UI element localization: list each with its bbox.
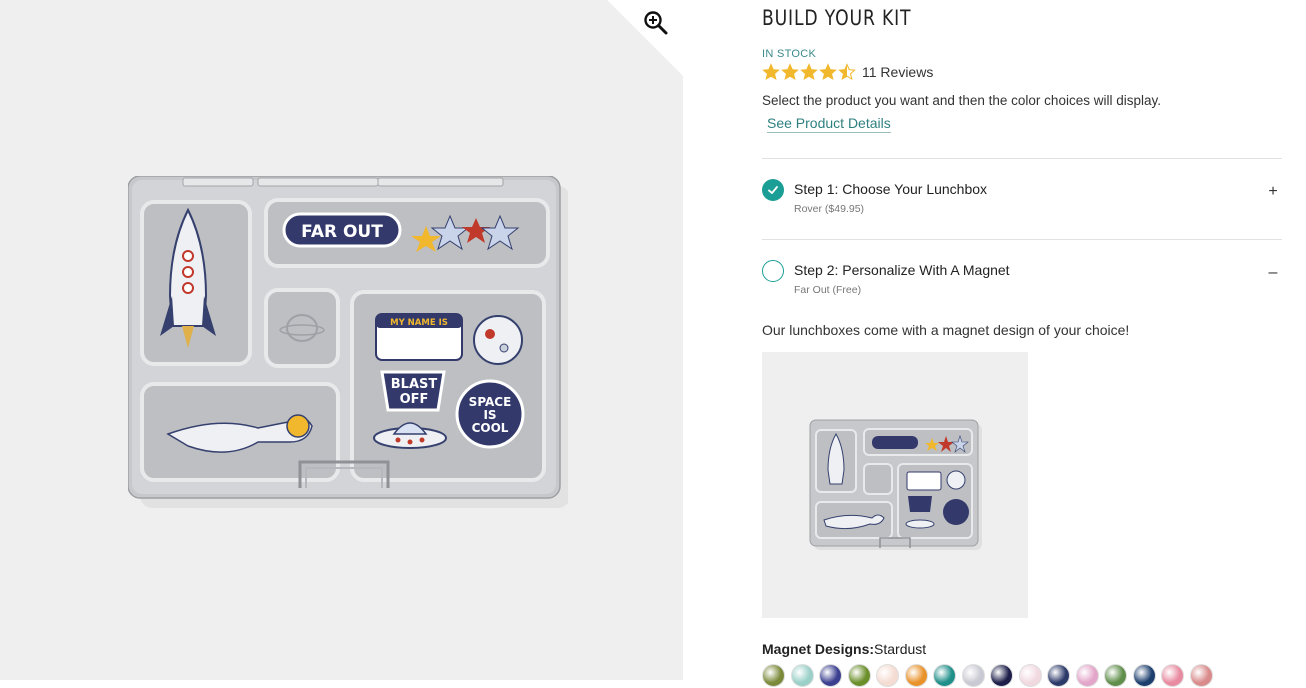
cool-text: COOL [472, 421, 509, 435]
magnet-swatch[interactable] [904, 664, 928, 687]
magnet-design-swatches [762, 664, 1213, 687]
step-1-choose-lunchbox[interactable]: Step 1: Choose Your Lunchbox Rover ($49.… [762, 179, 1282, 239]
step-selection: Rover ($49.95) [794, 203, 865, 215]
star-icon [838, 63, 856, 81]
magnet-swatch[interactable] [1075, 664, 1099, 687]
step-selection: Far Out (Free) [794, 284, 862, 296]
magnet-swatch[interactable] [1189, 664, 1213, 687]
magnet-swatch[interactable] [1018, 664, 1042, 687]
magnet-swatch[interactable] [762, 664, 785, 687]
blast-text: BLAST [391, 377, 438, 392]
reviews-link[interactable]: 11 Reviews [862, 64, 933, 80]
my-name-is-text: MY NAME IS [390, 318, 448, 328]
magnet-swatch[interactable] [876, 664, 899, 687]
check-icon [768, 186, 778, 194]
rating-stars [762, 63, 856, 81]
step-2-personalize-magnet[interactable]: Step 2: Personalize With A Magnet Far Ou… [762, 260, 1282, 320]
far-out-sticker-text: FAR OUT [301, 222, 383, 242]
magnet-swatch[interactable] [819, 664, 842, 687]
lunchbox-preview-image [809, 419, 982, 550]
off-text: OFF [400, 392, 429, 407]
magnet-swatch[interactable] [847, 664, 871, 687]
magnet-designs-label: Magnet Designs: [762, 641, 875, 657]
divider [762, 239, 1282, 240]
step-label: Step 2: Personalize With A Magnet [794, 262, 1010, 278]
magnet-swatch[interactable] [1104, 664, 1127, 687]
expand-toggle[interactable]: + [1266, 183, 1280, 201]
lunchbox-image: FAR OUT MY NAME IS BLAST OFF SPACE IS CO… [128, 176, 568, 508]
magnet-swatch[interactable] [1161, 664, 1184, 687]
magnet-preview-image [762, 352, 1028, 618]
step-incomplete-indicator [762, 260, 784, 282]
is-text: IS [483, 408, 496, 422]
magnet-description: Our lunchboxes come with a magnet design… [762, 322, 1130, 338]
collapse-toggle[interactable]: – [1266, 264, 1280, 282]
space-text: SPACE [469, 395, 512, 409]
magnet-designs-heading: Magnet Designs:Stardust [762, 641, 926, 657]
divider [762, 158, 1282, 159]
star-icon [762, 63, 780, 81]
page-title: BUILD YOUR KIT [762, 6, 912, 30]
star-icon [800, 63, 818, 81]
instructions-text: Select the product you want and then the… [762, 93, 1161, 108]
magnet-swatch[interactable] [1132, 664, 1156, 687]
step-label: Step 1: Choose Your Lunchbox [794, 181, 988, 197]
product-image-gallery[interactable]: FAR OUT MY NAME IS BLAST OFF SPACE IS CO… [0, 0, 683, 680]
see-product-details-link[interactable]: See Product Details [767, 115, 891, 133]
star-icon [781, 63, 799, 81]
magnet-swatch[interactable] [990, 664, 1013, 687]
magnet-swatch[interactable] [961, 664, 985, 687]
step-complete-indicator [762, 179, 784, 201]
magnet-swatch[interactable] [933, 664, 956, 687]
magnet-swatch[interactable] [790, 664, 814, 687]
rating[interactable]: 11 Reviews [762, 62, 933, 82]
star-icon [819, 63, 837, 81]
stock-status: IN STOCK [762, 48, 817, 60]
zoom-in-icon[interactable] [643, 10, 669, 36]
selected-design-name: Stardust [874, 641, 927, 657]
magnet-swatch[interactable] [1047, 664, 1070, 687]
